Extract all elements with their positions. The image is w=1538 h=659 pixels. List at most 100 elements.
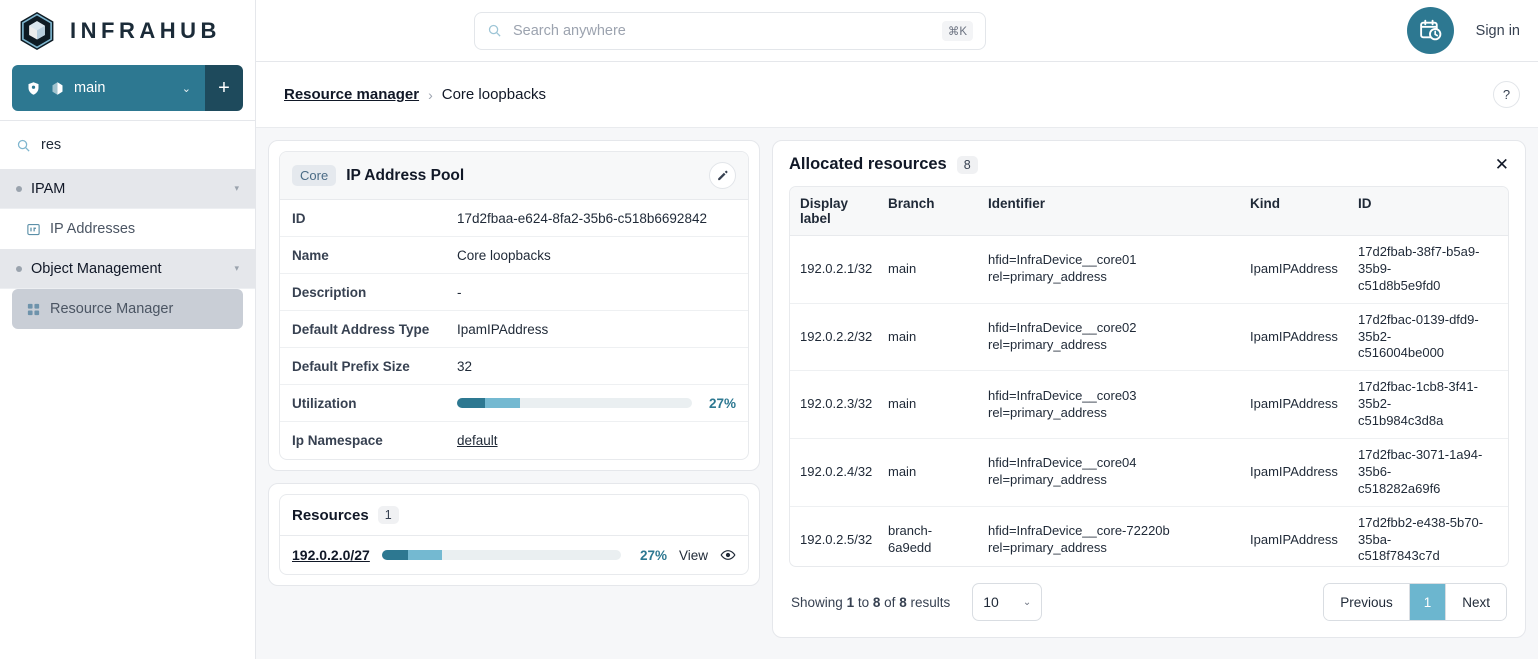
close-icon[interactable]: ✕	[1495, 156, 1509, 173]
page-size-value: 10	[983, 594, 999, 610]
brand-logo[interactable]: INFRAHUB	[0, 0, 255, 62]
git-branch-icon	[50, 81, 65, 96]
showing-from: 1	[847, 595, 855, 610]
previous-page-button[interactable]: Previous	[1324, 584, 1410, 620]
detail-label: Description	[292, 285, 457, 300]
detail-row-utilization: Utilization 27%	[280, 385, 748, 422]
next-page-button[interactable]: Next	[1446, 584, 1506, 620]
detail-label: Default Address Type	[292, 322, 457, 337]
detail-label: Name	[292, 248, 457, 263]
resources-title: Resources	[292, 507, 369, 524]
table-row[interactable]: 192.0.2.3/32mainhfid=InfraDevice__core03…	[790, 371, 1508, 439]
shield-check-icon	[26, 81, 41, 96]
cell-kind: IpamIPAddress	[1240, 303, 1348, 371]
resources-header: Resources 1	[280, 495, 748, 536]
sidebar-group-label: Object Management	[31, 261, 162, 277]
cell-kind: IpamIPAddress	[1240, 439, 1348, 507]
breadcrumb-root-link[interactable]: Resource manager	[284, 86, 419, 103]
ip-address-icon	[26, 222, 41, 237]
breadcrumb-separator-icon: ›	[428, 87, 433, 103]
cell-display-label: 192.0.2.1/32	[790, 236, 878, 304]
resource-prefix-link[interactable]: 192.0.2.0/27	[292, 547, 370, 563]
table-row[interactable]: 192.0.2.4/32mainhfid=InfraDevice__core04…	[790, 439, 1508, 507]
table-row[interactable]: 192.0.2.2/32mainhfid=InfraDevice__core02…	[790, 303, 1508, 371]
column-header-id[interactable]: ID	[1348, 187, 1508, 236]
cell-identifier: hfid=InfraDevice__core02rel=primary_addr…	[978, 303, 1240, 371]
sidebar-search[interactable]	[0, 121, 255, 169]
calendar-clock-icon	[1418, 18, 1443, 43]
cell-display-label: 192.0.2.5/32	[790, 506, 878, 567]
page-number-1-button[interactable]: 1	[1410, 584, 1447, 620]
global-search-input[interactable]: Search anywhere ⌘K	[474, 12, 986, 50]
detail-row: Ip Namespace default	[280, 422, 748, 459]
cell-identifier: hfid=InfraDevice__core-72220brel=primary…	[978, 506, 1240, 567]
search-icon	[487, 23, 502, 38]
top-bar: Search anywhere ⌘K Sign in	[256, 0, 1538, 62]
cell-kind: IpamIPAddress	[1240, 506, 1348, 567]
detail-row: Default Prefix Size 32	[280, 348, 748, 385]
allocated-resources-table: Display label Branch Identifier Kind ID …	[790, 187, 1508, 567]
detail-value: 17d2fbaa-e624-8fa2-35b6-c518b6692842	[457, 211, 736, 226]
eye-icon[interactable]	[720, 547, 736, 563]
utilization-bar	[457, 398, 692, 408]
sidebar-group-object-management[interactable]: Object Management ▾	[0, 249, 255, 289]
column-header-branch[interactable]: Branch	[878, 187, 978, 236]
detail-label: ID	[292, 211, 457, 226]
allocated-resources-header: Allocated resources 8 ✕	[789, 155, 1509, 186]
resources-inner: Resources 1 192.0.2.0/27 27% View	[279, 494, 749, 575]
detail-label: Utilization	[292, 396, 457, 411]
app-root: INFRAHUB main ⌄ +	[0, 0, 1538, 659]
cell-branch: main	[878, 371, 978, 439]
breadcrumb-current: Core loopbacks	[442, 86, 546, 103]
allocated-resources-table-wrap: Display label Branch Identifier Kind ID …	[789, 186, 1509, 567]
resource-utilization-bar	[382, 550, 621, 560]
brand-name: INFRAHUB	[70, 18, 221, 44]
utilization-segment-primary	[457, 398, 485, 408]
avatar[interactable]	[1407, 7, 1454, 54]
sidebar-item-ip-addresses[interactable]: IP Addresses	[0, 209, 255, 249]
resources-count-badge: 1	[378, 506, 399, 524]
chevron-down-icon: ⌄	[1023, 597, 1031, 608]
sidebar-search-input[interactable]	[41, 137, 211, 153]
branch-selector[interactable]: main ⌄	[12, 65, 205, 111]
edit-button[interactable]	[709, 162, 736, 189]
sign-in-button[interactable]: Sign in	[1476, 23, 1520, 39]
sidebar-group-label: IPAM	[31, 181, 65, 197]
cell-branch: branch-6a9edd	[878, 506, 978, 567]
caret-down-icon: ▾	[234, 183, 239, 194]
column-header-display-label[interactable]: Display label	[790, 187, 878, 236]
table-row[interactable]: 192.0.2.1/32mainhfid=InfraDevice__core01…	[790, 236, 1508, 304]
help-button[interactable]: ?	[1493, 81, 1520, 108]
object-detail-inner: Core IP Address Pool ID 17d2f	[279, 151, 749, 460]
sidebar-item-label: Resource Manager	[50, 301, 173, 317]
object-detail-header: Core IP Address Pool	[280, 152, 748, 200]
cell-display-label: 192.0.2.4/32	[790, 439, 878, 507]
column-header-identifier[interactable]: Identifier	[978, 187, 1240, 236]
view-resource-button[interactable]: View	[679, 548, 708, 563]
search-icon	[16, 138, 31, 153]
ip-namespace-link[interactable]: default	[457, 433, 736, 448]
cell-id: 17d2fbac-3071-1a94-35b6-c518282a69f6	[1348, 439, 1508, 507]
utilization-segment-primary	[382, 550, 408, 560]
showing-to-word: to	[858, 595, 869, 610]
showing-of-word: of	[884, 595, 895, 610]
resources-card: Resources 1 192.0.2.0/27 27% View	[268, 483, 760, 586]
cell-id: 17d2fbb2-e438-5b70-35ba-c518f7843c7d	[1348, 506, 1508, 567]
add-branch-button[interactable]: +	[205, 65, 243, 111]
showing-to: 8	[873, 595, 881, 610]
bullet-icon	[16, 186, 22, 192]
allocated-resources-title: Allocated resources	[789, 155, 947, 174]
sidebar-group-ipam[interactable]: IPAM ▾	[0, 169, 255, 209]
detail-label: Default Prefix Size	[292, 359, 457, 374]
table-row[interactable]: 192.0.2.5/32branch-6a9eddhfid=InfraDevic…	[790, 506, 1508, 567]
column-header-kind[interactable]: Kind	[1240, 187, 1348, 236]
search-shortcut-badge: ⌘K	[942, 21, 973, 41]
cell-kind: IpamIPAddress	[1240, 236, 1348, 304]
page-size-select[interactable]: 10 ⌄	[972, 583, 1042, 621]
sidebar-item-resource-manager[interactable]: Resource Manager	[12, 289, 243, 329]
table-body: 192.0.2.1/32mainhfid=InfraDevice__core01…	[790, 236, 1508, 568]
cell-id: 17d2fbac-1cb8-3f41-35b2-c51b984c3d8a	[1348, 371, 1508, 439]
caret-down-icon: ▾	[234, 263, 239, 274]
page-title: IP Address Pool	[346, 167, 464, 185]
bullet-icon	[16, 266, 22, 272]
